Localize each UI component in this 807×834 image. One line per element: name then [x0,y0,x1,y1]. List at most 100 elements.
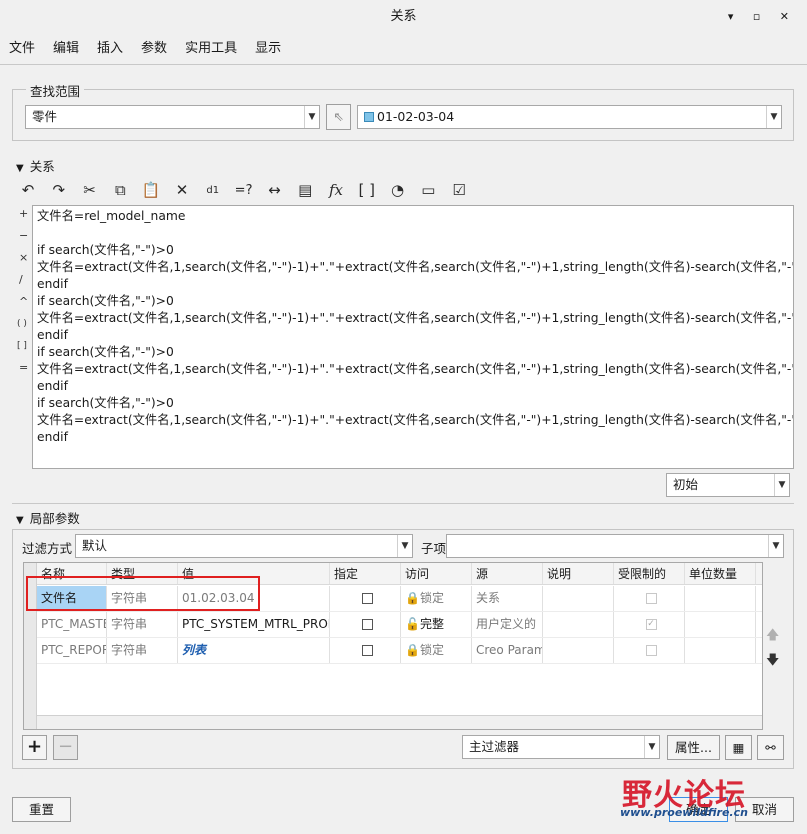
child-label: 子项 [421,541,447,556]
cell-units [685,612,756,637]
cell-name[interactable]: PTC_REPORT [37,638,107,663]
delete-icon[interactable]: ✕ [172,180,192,200]
window-controls[interactable]: ▾ ▫ ✕ [728,0,797,34]
child-select[interactable]: ▼ [446,534,784,558]
properties-button[interactable]: 属性... [667,735,720,760]
menu-edit[interactable]: 编辑 [44,38,88,60]
cut-icon[interactable]: ✂ [80,180,100,200]
scope-label: 查找范围 [26,81,85,100]
model-select[interactable]: 01-02-03-04 ▼ [357,105,782,129]
col-restricted[interactable]: 受限制的 [614,563,685,584]
cell-name[interactable]: PTC_MASTER [37,612,107,637]
scope-type-select[interactable]: 零件 ▼ [25,105,320,129]
col-source[interactable]: 源 [472,563,543,584]
measure-icon[interactable]: ↔ [264,180,284,200]
remove-param-button[interactable]: − [53,735,78,760]
insert-number-icon[interactable]: d1 [203,180,223,200]
move-up-icon[interactable]: 🡅 [766,626,779,648]
cursor-icon: ⇖ [333,109,344,124]
menu-file[interactable]: 文件 [0,38,44,60]
search-params-button[interactable]: ⚯ [757,735,784,760]
highlight-box [26,576,260,611]
cell-restricted [614,586,685,611]
reset-button[interactable]: 重置 [12,797,71,822]
lock-icon: 🔒 [405,643,420,657]
cell-source: Creo Parametric [472,638,543,663]
unlock-icon: 🔓 [405,617,420,631]
cell-restricted: ✓ [614,612,685,637]
menu-utilities[interactable]: 实用工具 [176,38,246,60]
collapse-triangle-icon: ▼ [16,515,24,526]
restricted-checkbox-checked: ✓ [645,619,657,630]
lock-icon: 🔒 [405,591,420,605]
filter-select[interactable]: 默认 ▼ [75,534,413,558]
watermark-url: www.proewildfire.cn [620,806,748,819]
sort-value: 初始 [673,477,699,492]
table-row[interactable]: PTC_REPORT 字符串 列表 🔒锁定 Creo Parametric [37,638,762,664]
redo-icon[interactable]: ↷ [49,180,69,200]
window-title: 关系 [0,0,807,34]
col-access[interactable]: 访问 [401,563,472,584]
add-param-button[interactable]: + [22,735,47,760]
plus-icon: + [26,736,43,757]
main-filter-select[interactable]: 主过滤器 ▼ [462,735,660,759]
menu-display[interactable]: 显示 [246,38,290,60]
table-view-button[interactable]: ▦ [725,735,752,760]
cell-description[interactable] [543,612,614,637]
table-icon: ▦ [732,740,745,755]
cell-value[interactable]: 列表 [178,638,330,663]
verify-icon[interactable]: ◔ [388,180,408,200]
copy-icon[interactable]: ⧉ [110,180,130,200]
cell-type: 字符串 [107,638,178,663]
access-value: 锁定 [419,643,444,657]
cell-source: 用户定义的 [472,612,543,637]
horizontal-scrollbar[interactable] [37,715,762,729]
sort-icon[interactable]: ▤ [295,180,315,200]
col-designate[interactable]: 指定 [330,563,401,584]
cell-description[interactable] [543,638,614,663]
cell-description[interactable] [543,586,614,611]
cell-value[interactable]: PTC_SYSTEM_MTRL_PROPS [178,612,330,637]
undo-icon[interactable]: ↶ [18,180,38,200]
local-params-header[interactable]: ▼ 局部参数 [16,511,80,529]
relations-toolbar: ↶ ↷ ✂ ⧉ 📋 ✕ d1 =? ↔ ▤ fx [ ] ◔ ▭ ☑ [18,180,480,200]
cell-access: 🔒锁定 [401,586,472,611]
op-equals[interactable]: = [19,355,29,381]
cell-designate[interactable] [330,638,401,663]
table-row[interactable]: PTC_MASTER 字符串 PTC_SYSTEM_MTRL_PROPS 🔓完整… [37,612,762,638]
designate-checkbox[interactable] [361,645,373,656]
relations-editor[interactable]: 文件名=rel_model_name if search(文件名,"-")>0 … [32,205,794,469]
collapse-triangle-icon: ▼ [16,163,24,174]
display-icon[interactable]: ▭ [418,180,438,200]
designate-checkbox[interactable] [361,619,373,630]
check-icon[interactable]: ☑ [449,180,469,200]
evaluate-icon[interactable]: =? [234,180,254,200]
cell-restricted [614,638,685,663]
sort-select[interactable]: 初始 ▼ [666,473,790,497]
cell-designate[interactable] [330,586,401,611]
brackets-icon[interactable]: [ ] [357,180,377,200]
restricted-checkbox [645,593,657,604]
function-icon[interactable]: fx [326,180,346,200]
main-filter-value: 主过滤器 [469,739,520,754]
select-pointer-button[interactable]: ⇖ [326,104,351,130]
move-down-icon[interactable]: 🡇 [766,651,779,673]
col-units[interactable]: 单位数量 [685,563,756,584]
cell-designate[interactable] [330,612,401,637]
relations-section-header[interactable]: ▼ 关系 [16,159,55,177]
filter-label: 过滤方式 [22,541,73,556]
minus-icon: − [57,736,74,757]
designate-checkbox[interactable] [361,593,373,604]
model-value: 01-02-03-04 [377,109,455,124]
chevron-down-icon: ▼ [774,474,789,496]
menu-bar: 文件 编辑 插入 参数 实用工具 显示 [0,38,290,60]
cell-units [685,638,756,663]
local-params-label: 局部参数 [29,511,80,526]
menu-params[interactable]: 参数 [132,38,176,60]
access-value: 锁定 [419,591,444,605]
filter-value: 默认 [82,538,108,553]
chevron-down-icon: ▼ [304,106,319,128]
col-description[interactable]: 说明 [543,563,614,584]
menu-insert[interactable]: 插入 [88,38,132,60]
paste-icon[interactable]: 📋 [141,180,161,200]
